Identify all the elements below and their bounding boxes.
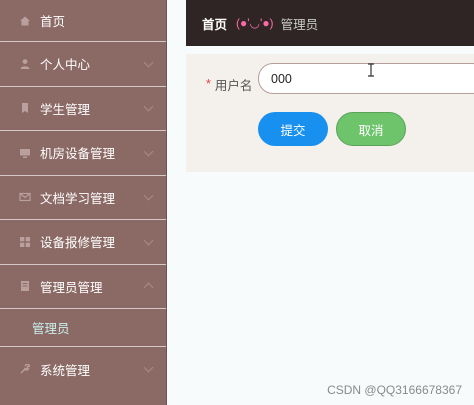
sidebar-item-label: 系统管理 [40,363,91,378]
sidebar-item-equipment-repair[interactable]: 设备报修管理 [0,220,166,265]
chevron-down-icon [143,190,154,201]
student-icon [18,101,32,115]
sidebar-subitem-label: 管理员 [32,322,70,336]
settings-icon [18,362,32,376]
sidebar-item-admin-management[interactable]: 管理员管理 [0,265,166,309]
sidebar-item-label: 机房设备管理 [40,147,116,162]
chevron-down-icon [143,101,154,112]
breadcrumb-current: 管理员 [280,17,319,32]
cancel-button[interactable]: 取消 [336,112,406,146]
sidebar-item-label: 学生管理 [40,102,91,117]
sidebar-item-label: 首页 [40,15,66,29]
watermark: CSDN @QQ3166678367 [327,383,462,397]
breadcrumb: 首页 (●'◡'●) 管理员 [186,0,474,46]
sidebar-item-home[interactable]: 首页 [0,0,166,42]
document-icon [18,279,32,293]
required-asterisk: * [206,77,211,91]
breadcrumb-emoji: (●'◡'●) [236,16,274,30]
sidebar: 首页 个人中心 学生管理 机房设备管理 文档学习管理 设备报修管理 管理员管理 … [0,0,167,405]
sidebar-item-label: 个人中心 [40,58,91,73]
sidebar-item-label: 管理员管理 [40,280,103,295]
sidebar-item-label: 设备报修管理 [40,236,116,251]
mail-icon [18,190,32,204]
sidebar-item-personal-center[interactable]: 个人中心 [0,42,166,87]
home-icon [18,14,32,28]
chevron-down-icon [143,362,154,373]
grid-icon [18,235,32,249]
user-icon [18,57,32,71]
chevron-down-icon [143,235,154,246]
submit-button[interactable]: 提交 [258,112,328,146]
username-input[interactable] [258,63,474,94]
computer-icon [18,146,32,160]
chevron-down-icon [143,146,154,157]
app-frame: 首页 个人中心 学生管理 机房设备管理 文档学习管理 设备报修管理 管理员管理 … [0,0,474,405]
sidebar-item-system-management[interactable]: 系统管理 [0,347,166,392]
sidebar-item-document-learning[interactable]: 文档学习管理 [0,176,166,220]
sidebar-item-computer-room-equipment[interactable]: 机房设备管理 [0,131,166,176]
sidebar-subitem-admin[interactable]: 管理员 [0,309,166,347]
username-label-row: * 用户名 [206,72,252,96]
text-cursor-icon [368,63,374,77]
sidebar-item-student-management[interactable]: 学生管理 [0,87,166,131]
chevron-up-icon [143,282,154,293]
admin-form-panel: * 用户名 提交 取消 [186,54,474,172]
breadcrumb-home-link[interactable]: 首页 [202,14,227,33]
sidebar-item-label: 文档学习管理 [40,191,116,206]
chevron-down-icon [143,57,154,68]
username-label: 用户名 [214,78,253,93]
